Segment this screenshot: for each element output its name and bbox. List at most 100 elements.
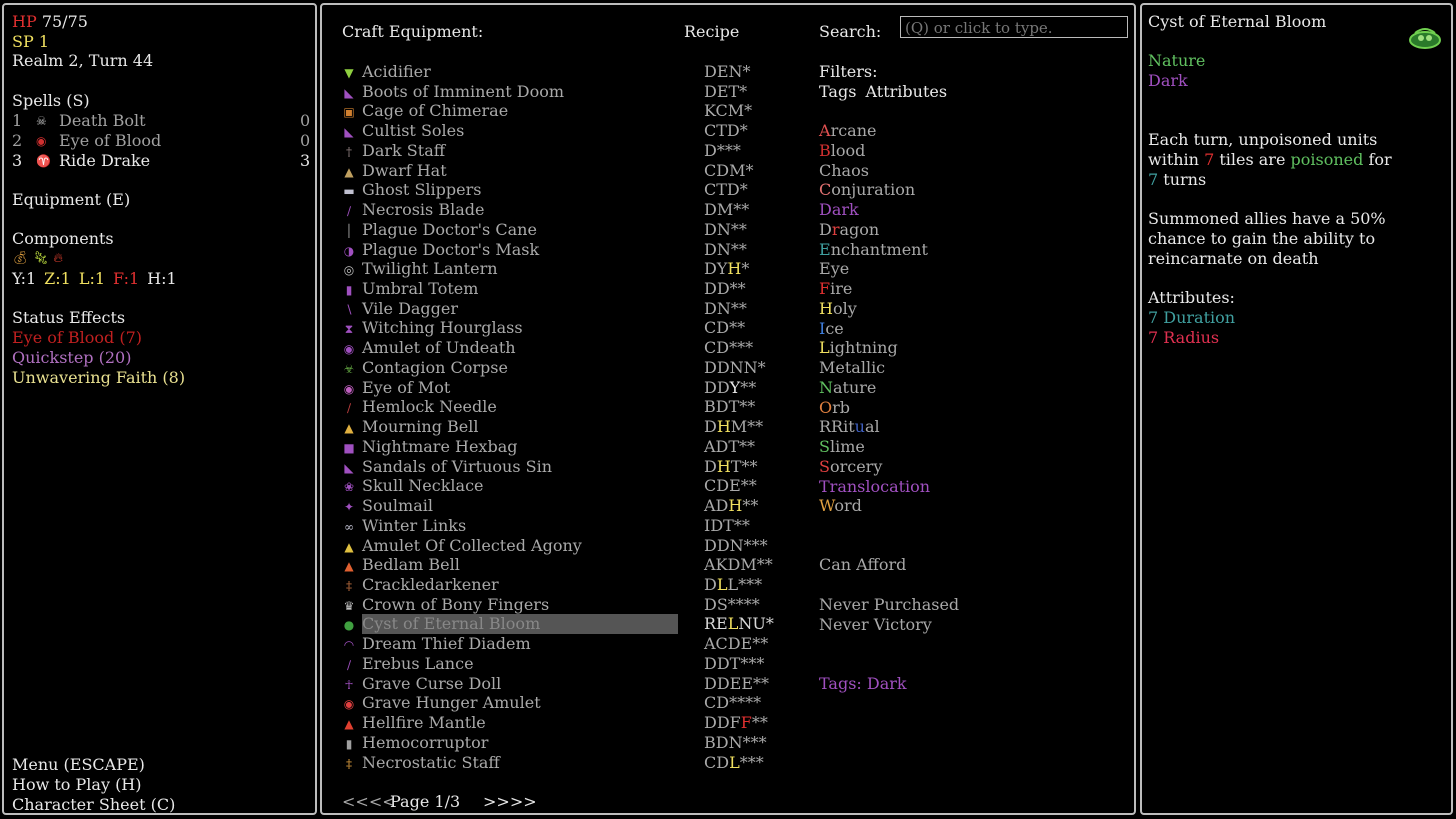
equipment-row[interactable]: ◣ Sandals of Virtuous Sin DHT** — [342, 457, 762, 477]
equipment-row[interactable]: ❀ Skull Necklace CDE** — [342, 476, 762, 496]
tag-filter-word[interactable]: Word — [819, 496, 862, 516]
flame-icon: 🔥︎ — [53, 251, 63, 266]
tag-initial: L — [819, 338, 830, 358]
equipment-recipe: DDEE** — [704, 673, 770, 693]
tag-filter-dark[interactable]: Dark — [819, 200, 859, 220]
desc-text: within — [1148, 150, 1205, 169]
tag-filter-holy[interactable]: Holy — [819, 299, 857, 319]
tab-attributes[interactable]: Attributes — [866, 82, 948, 101]
tag-rest: rb — [832, 397, 851, 417]
filter-can-afford[interactable]: Can Afford — [819, 555, 906, 575]
tag-filter-ritual[interactable]: RRitual — [819, 417, 880, 437]
tag-rest: ranslocation — [829, 476, 931, 496]
page-indicator: Page 1/3 — [390, 792, 461, 811]
equipment-name: Amulet of Undeath — [362, 338, 516, 358]
tag-filter-nature[interactable]: Nature — [819, 378, 876, 398]
equipment-row[interactable]: │ Plague Doctor's Cane DN** — [342, 220, 762, 240]
tag-initial: W — [819, 496, 835, 516]
equipment-recipe: DM** — [704, 200, 750, 220]
menu-button[interactable]: Menu (ESCAPE) — [12, 755, 145, 775]
status-effect: Eye of Blood (7) — [12, 328, 143, 347]
tag-filter-dragon[interactable]: Dragon — [819, 220, 879, 240]
equipment-row[interactable]: ◉ Amulet of Undeath CD*** — [342, 338, 762, 358]
equipment-row[interactable]: ▲ Amulet Of Collected Agony DDN*** — [342, 536, 767, 556]
equipment-name: Crackledarkener — [362, 574, 499, 594]
tab-tags[interactable]: Tags — [819, 82, 856, 101]
tag-filter-conjuration[interactable]: Conjuration — [819, 180, 915, 200]
character-sheet-button[interactable]: Character Sheet (C) — [12, 795, 175, 815]
equipment-row[interactable]: ▲ Hellfire Mantle DDFF** — [342, 713, 768, 733]
tag-filter-fire[interactable]: Fire — [819, 279, 852, 299]
equipment-row[interactable]: ∕ Erebus Lance DDT*** — [342, 653, 764, 674]
equipment-recipe: DHM** — [704, 417, 764, 437]
dagger-icon: ∖ — [345, 302, 353, 317]
equipment-row[interactable]: ▣ Cage of Chimerae KCM* — [342, 101, 762, 121]
realm-turn: Realm 2, Turn 44 — [12, 51, 154, 70]
equipment-row[interactable]: ∕ Hemlock Needle BDT** — [342, 397, 762, 417]
equipment-row[interactable]: ◉ Grave Hunger Amulet CD**** — [342, 693, 762, 713]
equipment-row[interactable]: ▲ Bedlam Bell AKDM** — [342, 555, 772, 575]
links-icon: ∞ — [344, 519, 354, 534]
spells-header[interactable]: Spells (S) — [12, 91, 90, 111]
spell-name[interactable]: Ride Drake — [59, 151, 150, 171]
search-input[interactable]: (Q) or click to type. — [900, 16, 1128, 38]
doll-icon: ☥ — [344, 677, 354, 692]
equipment-row[interactable]: ‡ Crackledarkener DLL*** — [342, 575, 762, 595]
equipment-row[interactable]: ∞ Winter Links IDT** — [342, 516, 762, 536]
spell-name[interactable]: Eye of Blood — [59, 131, 161, 151]
equipment-name: Plague Doctor's Cane — [362, 219, 537, 239]
hexbag-icon: ■ — [343, 440, 355, 455]
tag-filter-orb[interactable]: Orb — [819, 398, 850, 418]
equipment-recipe: DEN* — [704, 62, 751, 81]
equipment-row[interactable]: ■ Nightmare Hexbag ADT** — [342, 437, 762, 457]
prev-page-button[interactable]: <<<< — [342, 792, 396, 812]
tag-initial: R — [819, 417, 832, 437]
tag-filter-eye[interactable]: Eye — [819, 259, 849, 279]
how-to-play-button[interactable]: How to Play (H) — [12, 775, 142, 795]
spell-name[interactable]: Death Bolt — [59, 111, 146, 131]
equipment-row[interactable]: ● Cyst of Eternal Bloom RELNU* — [342, 614, 774, 635]
filter-never-purchased[interactable]: Never Purchased — [819, 595, 959, 615]
filter-never-victory[interactable]: Never Victory — [819, 615, 932, 635]
equipment-row[interactable]: ▲ Mourning Bell DHM** — [342, 417, 764, 437]
equipment-row[interactable]: ◣ Boots of Imminent Doom DET* — [342, 82, 762, 102]
bedlam-bell-icon: ▲ — [344, 559, 354, 574]
equipment-row[interactable]: ▼ Acidifier DEN* — [342, 62, 762, 82]
equipment-row[interactable]: ◎ Twilight Lantern DYH* — [342, 259, 762, 279]
tag-filter-ice[interactable]: Ice — [819, 319, 844, 339]
equipment-row[interactable]: ◣ Cultist Soles CTD* — [342, 121, 762, 141]
equipment-row[interactable]: ◠ Dream Thief Diadem ACDE** — [342, 634, 769, 654]
tag-filter-lightning[interactable]: Lightning — [819, 338, 898, 358]
equipment-row[interactable]: ♛ Crown of Bony Fingers DS**** — [342, 595, 762, 615]
equipment-header[interactable]: Equipment (E) — [12, 190, 130, 210]
equipment-row[interactable]: ∖ Vile Dagger DN** — [342, 299, 762, 319]
sp-line: SP 1 — [12, 32, 49, 52]
equipment-row[interactable]: ▲ Dwarf Hat CDM* — [342, 161, 762, 181]
tag-filter-metallic[interactable]: Metallic — [819, 358, 885, 378]
equipment-row[interactable]: ⧗ Witching Hourglass CD** — [342, 318, 762, 338]
equipment-row[interactable]: ∕ Necrosis Blade DM** — [342, 200, 762, 220]
next-page-button[interactable]: >>>> — [483, 792, 537, 812]
tag-filter-sorcery[interactable]: Sorcery — [819, 457, 882, 477]
equipment-row[interactable]: ‡ Necrostatic Staff CDL*** — [342, 752, 764, 773]
tag-rest: ce — [825, 318, 844, 338]
equipment-row[interactable]: ☥ Grave Curse Doll DDEE** — [342, 674, 770, 694]
equipment-row[interactable]: ☣ Contagion Corpse DDNN* — [342, 358, 766, 378]
tag-filter-arcane[interactable]: Arcane — [819, 121, 876, 141]
recipe-highlight: L — [729, 752, 740, 772]
tag-filter-translocation[interactable]: Translocation — [819, 477, 930, 497]
tag-filter-blood[interactable]: Blood — [819, 141, 865, 161]
equipment-row[interactable]: ✦ Soulmail ADH** — [342, 496, 762, 516]
equipment-row[interactable]: ▮ Umbral Totem DD** — [342, 279, 762, 299]
equipment-row[interactable]: ▬ Ghost Slippers CTD* — [342, 180, 762, 200]
equipment-name: Witching Hourglass — [362, 318, 523, 338]
tag-filter-chaos[interactable]: Chaos — [819, 161, 869, 181]
equipment-row[interactable]: ◑ Plague Doctor's Mask DN** — [342, 240, 762, 260]
equipment-row[interactable]: † Dark Staff D*** — [342, 141, 762, 161]
tag-filter-enchantment[interactable]: Enchantment — [819, 240, 928, 260]
equipment-name: Erebus Lance — [362, 653, 474, 673]
equipment-row[interactable]: ◉ Eye of Mot DDY** — [342, 378, 762, 398]
tag-filter-slime[interactable]: Slime — [819, 437, 865, 457]
equipment-row[interactable]: ▮ Hemocorruptor BDN*** — [342, 733, 767, 753]
recipe-highlight: H — [716, 417, 731, 437]
